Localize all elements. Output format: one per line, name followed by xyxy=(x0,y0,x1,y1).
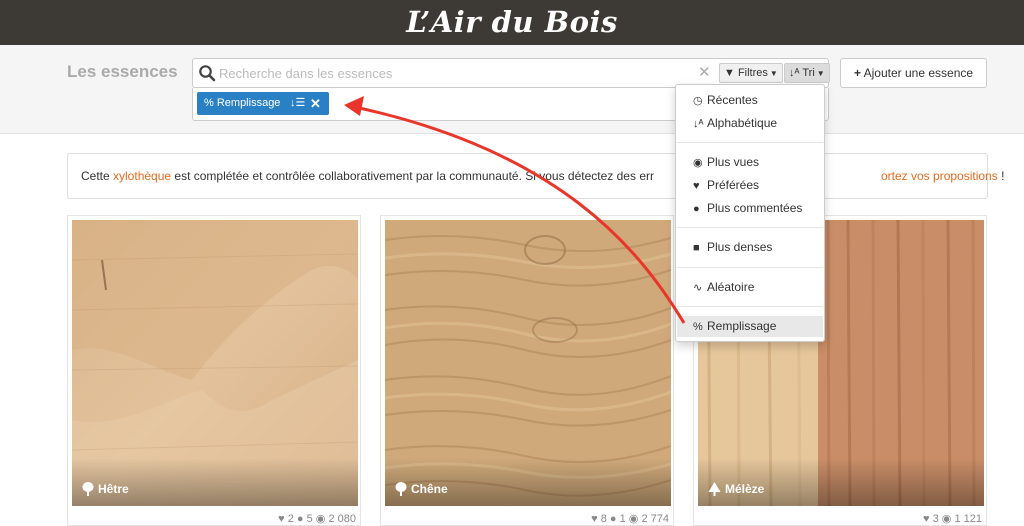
heart-icon: ♥ xyxy=(923,513,930,525)
sort-option-label: Plus vues xyxy=(707,155,760,169)
sort-label: Tri xyxy=(802,67,815,79)
sort-option-alphabetical[interactable]: ↓ᴬ Alphabétique xyxy=(677,113,823,134)
sort-option-label: Aléatoire xyxy=(707,280,755,294)
sort-option-label: Plus commentées xyxy=(707,201,803,215)
menu-divider xyxy=(677,267,823,268)
sort-option-label: Alphabétique xyxy=(707,116,778,130)
xylotheque-link[interactable]: xylothèque xyxy=(113,169,171,183)
add-essence-label: Ajouter une essence xyxy=(863,66,974,80)
comments-count: 5 xyxy=(306,513,313,525)
card-stats: ♥ 2 ● 5 ◉ 2 080 xyxy=(278,512,356,525)
toolbar: Les essences ✕ ▼ Filtres▼ ↓ᴬ Tri▼ % Remp… xyxy=(0,45,1024,134)
essence-card[interactable]: Chêne ♥ 8 ● 1 ◉ 2 774 xyxy=(380,215,674,526)
sort-desc-icon[interactable]: ↓☰ xyxy=(290,92,305,115)
sort-option-label: Préférées xyxy=(707,178,760,192)
sort-dropdown-menu: ◷ Récentes ↓ᴬ Alphabétique ◉ Plus vues ♥ Pré… xyxy=(675,84,825,342)
remove-tag-icon[interactable]: ✕ xyxy=(310,92,321,115)
sort-option-label: Remplissage xyxy=(707,319,777,333)
sort-option-favorites[interactable]: ♥ Préférées xyxy=(677,175,823,196)
info-text-tail: ! xyxy=(997,169,1005,183)
plus-icon: + xyxy=(853,66,861,80)
info-banner: Cette xylothèque est complétée et contrô… xyxy=(67,153,1004,199)
info-text-middle: est complétée et contrôlée collaborative… xyxy=(171,169,654,183)
page-title: Les essences xyxy=(67,62,178,81)
wood-texture-image[interactable]: Hêtre xyxy=(72,220,358,506)
comment-icon: ● xyxy=(693,203,700,215)
sort-option-recent[interactable]: ◷ Récentes xyxy=(677,90,823,111)
views-count: 2 080 xyxy=(328,513,356,525)
sort-option-label: Plus denses xyxy=(707,240,773,254)
info-text-start: Cette xyxy=(81,169,114,183)
card-stats: ♥ 3 ◉ 1 121 xyxy=(923,512,982,525)
propositions-link[interactable]: ortez vos propositions xyxy=(881,169,998,183)
top-navbar: L’Air du Bois xyxy=(0,0,1024,45)
random-icon: ∿ xyxy=(693,282,703,294)
deciduous-tree-icon xyxy=(395,482,407,496)
clock-icon: ◷ xyxy=(693,95,703,107)
sort-option-most-commented[interactable]: ● Plus commentées xyxy=(677,198,823,219)
active-sort-tag[interactable]: % Remplissage ↓☰ ✕ xyxy=(197,92,329,115)
heart-icon: ♥ xyxy=(278,513,285,525)
sort-option-fill[interactable]: % Remplissage xyxy=(677,316,823,337)
chevron-down-icon: ▼ xyxy=(816,69,825,78)
heart-icon: ♥ xyxy=(591,513,598,525)
likes-count: 8 xyxy=(600,513,607,525)
percent-icon: % xyxy=(204,97,214,109)
card-name-label: Chêne xyxy=(411,482,448,496)
menu-divider xyxy=(677,227,823,228)
chevron-down-icon: ▼ xyxy=(769,69,778,78)
card-title[interactable]: Mélèze xyxy=(708,482,764,496)
comments-count: 1 xyxy=(619,513,626,525)
card-stats: ♥ 8 ● 1 ◉ 2 774 xyxy=(591,512,669,525)
card-name-label: Hêtre xyxy=(98,482,129,496)
deciduous-tree-icon xyxy=(82,482,94,496)
filters-label: Filtres xyxy=(737,67,768,79)
alpha-sort-icon: ↓ᴬ xyxy=(693,118,704,130)
filters-button[interactable]: ▼ Filtres ▼ xyxy=(719,63,783,83)
sort-button[interactable]: ↓ᴬ Tri ▼ xyxy=(784,63,830,83)
sort-option-label: Récentes xyxy=(707,93,758,107)
filter-funnel-icon: ▼ xyxy=(724,67,735,79)
card-title[interactable]: Hêtre xyxy=(82,482,129,496)
eye-icon: ◉ xyxy=(628,513,639,525)
percent-icon: % xyxy=(693,321,703,333)
views-count: 1 121 xyxy=(954,513,982,525)
comment-icon: ● xyxy=(609,513,617,525)
eye-icon: ◉ xyxy=(941,513,952,525)
heart-icon: ♥ xyxy=(693,180,700,192)
menu-divider xyxy=(677,306,823,307)
comment-icon: ● xyxy=(296,513,304,525)
active-sort-label: Remplissage xyxy=(216,97,281,109)
views-count: 2 774 xyxy=(641,513,669,525)
essence-card[interactable]: Hêtre ♥ 2 ● 5 ◉ 2 080 xyxy=(67,215,361,526)
add-essence-button[interactable]: + Ajouter une essence xyxy=(840,58,987,88)
sort-option-random[interactable]: ∿ Aléatoire xyxy=(677,277,823,298)
sort-option-most-viewed[interactable]: ◉ Plus vues xyxy=(677,152,823,173)
site-logo[interactable]: L’Air du Bois xyxy=(406,5,618,39)
alpha-sort-icon: ↓ᴬ xyxy=(789,67,800,79)
likes-count: 2 xyxy=(287,513,294,525)
card-title[interactable]: Chêne xyxy=(395,482,448,496)
card-name-label: Mélèze xyxy=(725,482,765,496)
clear-search-icon[interactable]: ✕ xyxy=(698,64,711,82)
wood-texture-image[interactable]: Chêne xyxy=(385,220,671,506)
conifer-tree-icon xyxy=(708,482,721,496)
eye-icon: ◉ xyxy=(315,513,326,525)
sort-option-densest[interactable]: ■ Plus denses xyxy=(677,237,823,258)
menu-divider xyxy=(677,142,823,143)
likes-count: 3 xyxy=(932,513,939,525)
search-icon xyxy=(199,65,216,82)
weight-icon: ■ xyxy=(693,242,700,254)
info-text-end: ortez vos propositions ! xyxy=(881,169,1004,183)
search-input[interactable] xyxy=(219,63,679,83)
eye-icon: ◉ xyxy=(693,157,703,169)
